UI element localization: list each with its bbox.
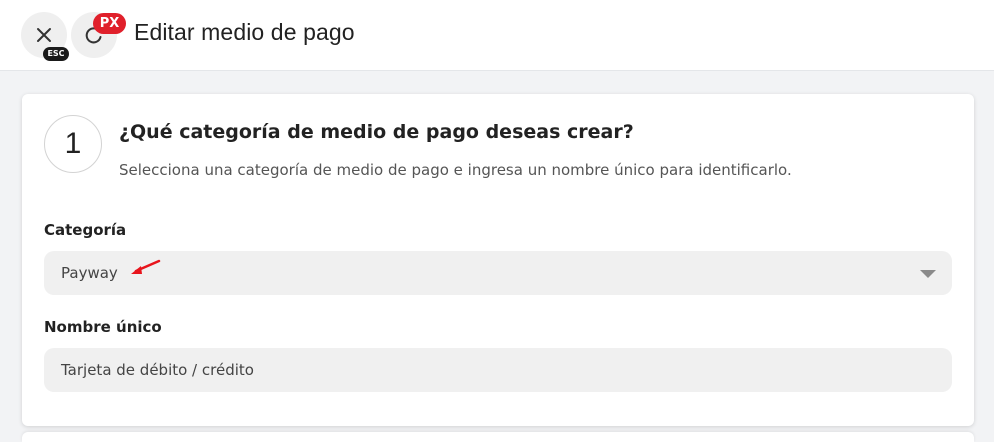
esc-shortcut-badge: ESC	[43, 47, 69, 61]
step-title: ¿Qué categoría de medio de pago deseas c…	[119, 121, 634, 143]
next-card-edge	[22, 432, 974, 442]
category-selected-value: Payway	[61, 264, 118, 282]
top-bar: ESC PX Editar medio de pago	[0, 0, 994, 71]
chevron-down-icon	[920, 270, 936, 278]
page-title: Editar medio de pago	[134, 19, 355, 45]
step-subtitle: Selecciona una categoría de medio de pag…	[119, 161, 792, 179]
close-icon	[37, 28, 51, 42]
category-select[interactable]: Payway	[44, 251, 952, 295]
payment-method-form-card: 1 ¿Qué categoría de medio de pago deseas…	[22, 94, 974, 426]
unique-name-value: Tarjeta de débito / crédito	[61, 361, 254, 379]
annotation-arrow-icon	[131, 259, 161, 274]
category-label: Categoría	[44, 221, 127, 239]
unique-name-label: Nombre único	[44, 318, 162, 336]
step-number: 1	[44, 115, 102, 173]
px-badge: PX	[93, 13, 126, 34]
unique-name-input[interactable]: Tarjeta de débito / crédito	[44, 348, 952, 392]
